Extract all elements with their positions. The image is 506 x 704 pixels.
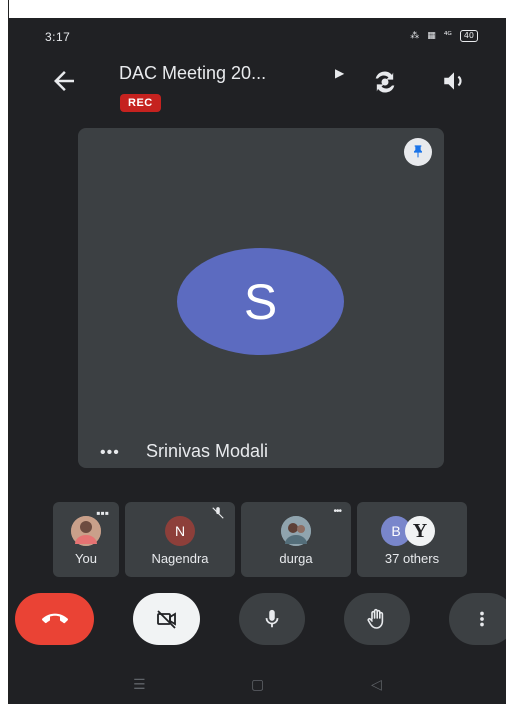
- participant-thumb-durga[interactable]: ••• durga: [241, 502, 351, 577]
- title-expand-icon[interactable]: ▶: [335, 66, 344, 80]
- main-participant-tile[interactable]: S ••• Srinivas Modali: [78, 128, 444, 468]
- battery-icon: 40: [459, 30, 478, 42]
- participant-name: Srinivas Modali: [146, 441, 269, 461]
- left-border: [0, 0, 9, 704]
- raise-hand-icon: [367, 608, 384, 629]
- audio-level-icon: ▪▪▪: [96, 506, 109, 520]
- back-nav-icon[interactable]: ◁: [371, 676, 382, 693]
- more-options-icon[interactable]: •••: [333, 506, 341, 517]
- participant-strip: ▪▪▪ You N Nagendra ••• durga B Y 37 othe…: [53, 502, 468, 577]
- more-options-button[interactable]: [449, 593, 506, 645]
- avatar: [71, 516, 101, 546]
- end-call-icon: [41, 613, 68, 624]
- participant-thumb-you[interactable]: ▪▪▪ You: [53, 502, 119, 577]
- call-controls: [9, 593, 506, 648]
- status-bar: 3:17 ⁂ ▦ ⁴ᴳ 40: [9, 18, 506, 54]
- participant-label: 37 others: [384, 551, 440, 566]
- raise-hand-button[interactable]: [344, 593, 410, 645]
- more-options-icon[interactable]: •••: [100, 444, 120, 462]
- system-nav-bar: ☰ ▢ ◁: [9, 668, 506, 704]
- participant-label: You: [75, 551, 97, 566]
- camera-toggle-button[interactable]: [133, 593, 200, 645]
- speaker-icon[interactable]: [441, 68, 467, 94]
- camera-off-icon: [156, 610, 176, 629]
- meet-call-screen: 3:17 ⁂ ▦ ⁴ᴳ 40 DAC Meeting 20... ▶ REC S…: [9, 18, 506, 704]
- microphone-button[interactable]: [239, 593, 305, 645]
- avatar: S: [177, 248, 344, 355]
- arrow-back-icon[interactable]: [49, 66, 79, 96]
- meeting-title[interactable]: DAC Meeting 20...: [119, 63, 266, 84]
- participant-thumb-nagendra[interactable]: N Nagendra: [125, 502, 235, 577]
- pin-icon[interactable]: [404, 138, 432, 166]
- rec-badge: REC: [120, 94, 161, 112]
- signal-icon: ⁴ᴳ: [443, 31, 452, 41]
- hotspot-icon: ⁂: [410, 31, 420, 41]
- home-icon[interactable]: ▢: [251, 676, 264, 693]
- recents-icon[interactable]: ☰: [133, 676, 146, 693]
- participant-thumb-others[interactable]: B Y 37 others: [357, 502, 467, 577]
- status-time: 3:17: [45, 30, 71, 44]
- participant-label: Nagendra: [151, 551, 209, 566]
- mic-off-icon: [212, 507, 224, 519]
- avatar: N: [165, 516, 195, 546]
- vowifi-icon: ▦: [427, 31, 436, 41]
- microphone-icon: [265, 609, 279, 628]
- participant-label: durga: [279, 551, 313, 566]
- call-header: DAC Meeting 20... ▶ REC: [9, 54, 506, 124]
- camera-flip-icon[interactable]: [371, 68, 399, 96]
- more-vert-icon: [480, 611, 484, 627]
- end-call-button[interactable]: [15, 593, 94, 645]
- status-icons: ⁂ ▦ ⁴ᴳ 40: [410, 30, 478, 42]
- avatar-y: Y: [405, 516, 435, 546]
- avatar: [281, 516, 311, 546]
